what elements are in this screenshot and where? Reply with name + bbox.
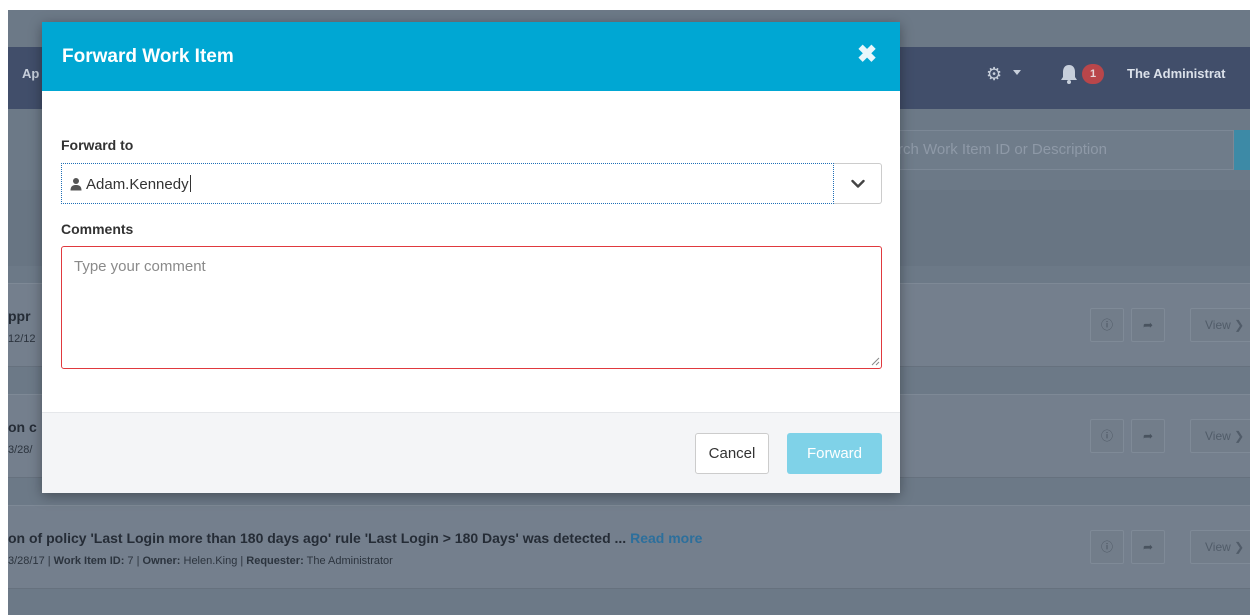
info-button[interactable]: ⓘ [1090, 419, 1124, 453]
view-button[interactable]: View ❯ [1190, 308, 1250, 342]
forward-button[interactable]: Forward [787, 433, 882, 474]
work-item-title[interactable]: on c [8, 419, 37, 435]
chevron-down-icon [851, 179, 865, 188]
view-button[interactable]: View ❯ [1190, 419, 1250, 453]
work-item-meta: 12/12 [8, 333, 36, 345]
nav-apps-link[interactable]: Ap [22, 66, 39, 81]
info-button[interactable]: ⓘ [1090, 308, 1124, 342]
comments-label: Comments [61, 221, 134, 237]
forward-to-input[interactable]: Adam.Kennedy [61, 163, 834, 204]
view-button[interactable]: View ❯ [1190, 530, 1250, 564]
work-item-title[interactable]: ppr [8, 308, 31, 324]
work-item-row: on of policy 'Last Login more than 180 d… [8, 505, 1250, 589]
resize-grip-icon[interactable] [870, 356, 880, 366]
top-strip [0, 0, 1250, 10]
forward-to-label: Forward to [61, 137, 134, 153]
info-button[interactable]: ⓘ [1090, 530, 1124, 564]
user-menu[interactable]: The Administrat [1127, 66, 1225, 81]
search-placeholder: rch Work Item ID or Description [898, 141, 1107, 158]
gear-icon[interactable]: ⚙ [986, 64, 1002, 85]
search-button[interactable] [1234, 130, 1250, 170]
dialog-footer: Cancel Forward [42, 412, 900, 493]
work-item-title[interactable]: on of policy 'Last Login more than 180 d… [8, 530, 702, 546]
work-item-meta: 3/28/17 | Work Item ID: 7 | Owner: Helen… [8, 555, 393, 567]
notification-badge[interactable]: 1 [1082, 64, 1104, 84]
cancel-button[interactable]: Cancel [695, 433, 769, 474]
forward-to-dropdown-button[interactable] [834, 163, 882, 204]
comments-textarea[interactable] [61, 246, 882, 369]
read-more-link[interactable]: Read more [630, 530, 702, 546]
user-icon [70, 178, 82, 191]
forward-icon-button[interactable]: ➦ [1131, 419, 1165, 453]
close-icon[interactable]: ✖ [852, 40, 882, 70]
dialog-header: Forward Work Item ✖ [42, 22, 900, 91]
forward-to-value: Adam.Kennedy [86, 175, 191, 193]
work-item-meta: 3/28/ [8, 444, 33, 456]
forward-icon-button[interactable]: ➦ [1131, 308, 1165, 342]
bell-icon[interactable] [1060, 64, 1078, 84]
dialog-title: Forward Work Item [62, 46, 234, 67]
forward-icon-button[interactable]: ➦ [1131, 530, 1165, 564]
chevron-down-icon [1013, 70, 1021, 75]
left-strip [0, 0, 8, 615]
forward-work-item-dialog: Forward Work Item ✖ Forward to Adam.Kenn… [42, 22, 900, 493]
